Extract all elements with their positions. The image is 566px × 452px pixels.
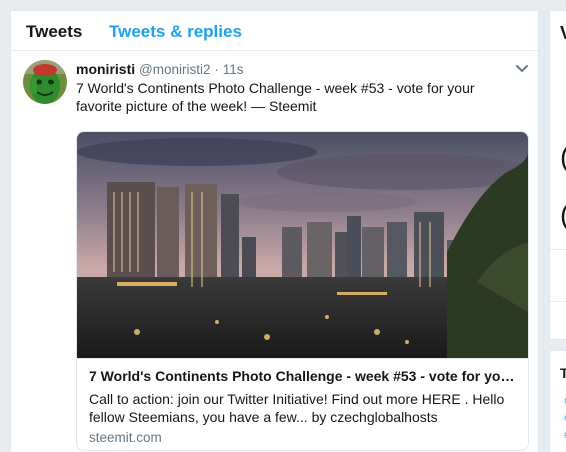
sidebar-panel-bottom: T # # # xyxy=(549,350,566,452)
tweet-text: 7 World's Continents Photo Challenge - w… xyxy=(76,80,475,114)
avatar[interactable] xyxy=(23,60,67,104)
tweet-header: moniristi @moniristi2 · 11s xyxy=(76,60,244,79)
chevron-down-icon[interactable] xyxy=(514,60,530,76)
tweet-timestamp[interactable]: 11s xyxy=(223,62,244,77)
tab-tweets[interactable]: Tweets xyxy=(26,22,82,42)
sidebar-fragment-glyph: ( xyxy=(560,141,566,173)
tweet[interactable]: moniristi @moniristi2 · 11s 7 World's Co… xyxy=(11,52,540,452)
divider xyxy=(550,301,566,302)
link-card-title[interactable]: 7 World's Continents Photo Challenge - w… xyxy=(89,367,517,385)
city-skyline-photo-icon xyxy=(77,132,528,358)
link-card-body: 7 World's Continents Photo Challenge - w… xyxy=(77,358,528,450)
separator-dot: · xyxy=(214,62,219,77)
sidebar-fragment-glyph: T xyxy=(560,365,566,381)
green-face-avatar-icon xyxy=(23,60,67,104)
user-name[interactable]: moniristi xyxy=(76,61,135,77)
link-card-description: Call to action: join our Twitter Initiat… xyxy=(89,391,505,425)
divider xyxy=(550,249,566,250)
sidebar-panel-top: V ( ( xyxy=(549,10,566,340)
timeline-tabs: Tweets Tweets & replies xyxy=(11,11,538,51)
link-card[interactable]: 7 World's Continents Photo Challenge - w… xyxy=(76,131,529,451)
sidebar-fragment-glyph: ( xyxy=(560,199,566,231)
tab-tweets-replies[interactable]: Tweets & replies xyxy=(109,22,242,42)
sidebar-fragment-glyph: V xyxy=(560,23,566,44)
link-card-domain: steemit.com xyxy=(89,430,162,445)
profile-timeline: Tweets Tweets & replies moniristi @monir… xyxy=(10,10,539,452)
user-handle[interactable]: @moniristi2 xyxy=(139,62,210,77)
